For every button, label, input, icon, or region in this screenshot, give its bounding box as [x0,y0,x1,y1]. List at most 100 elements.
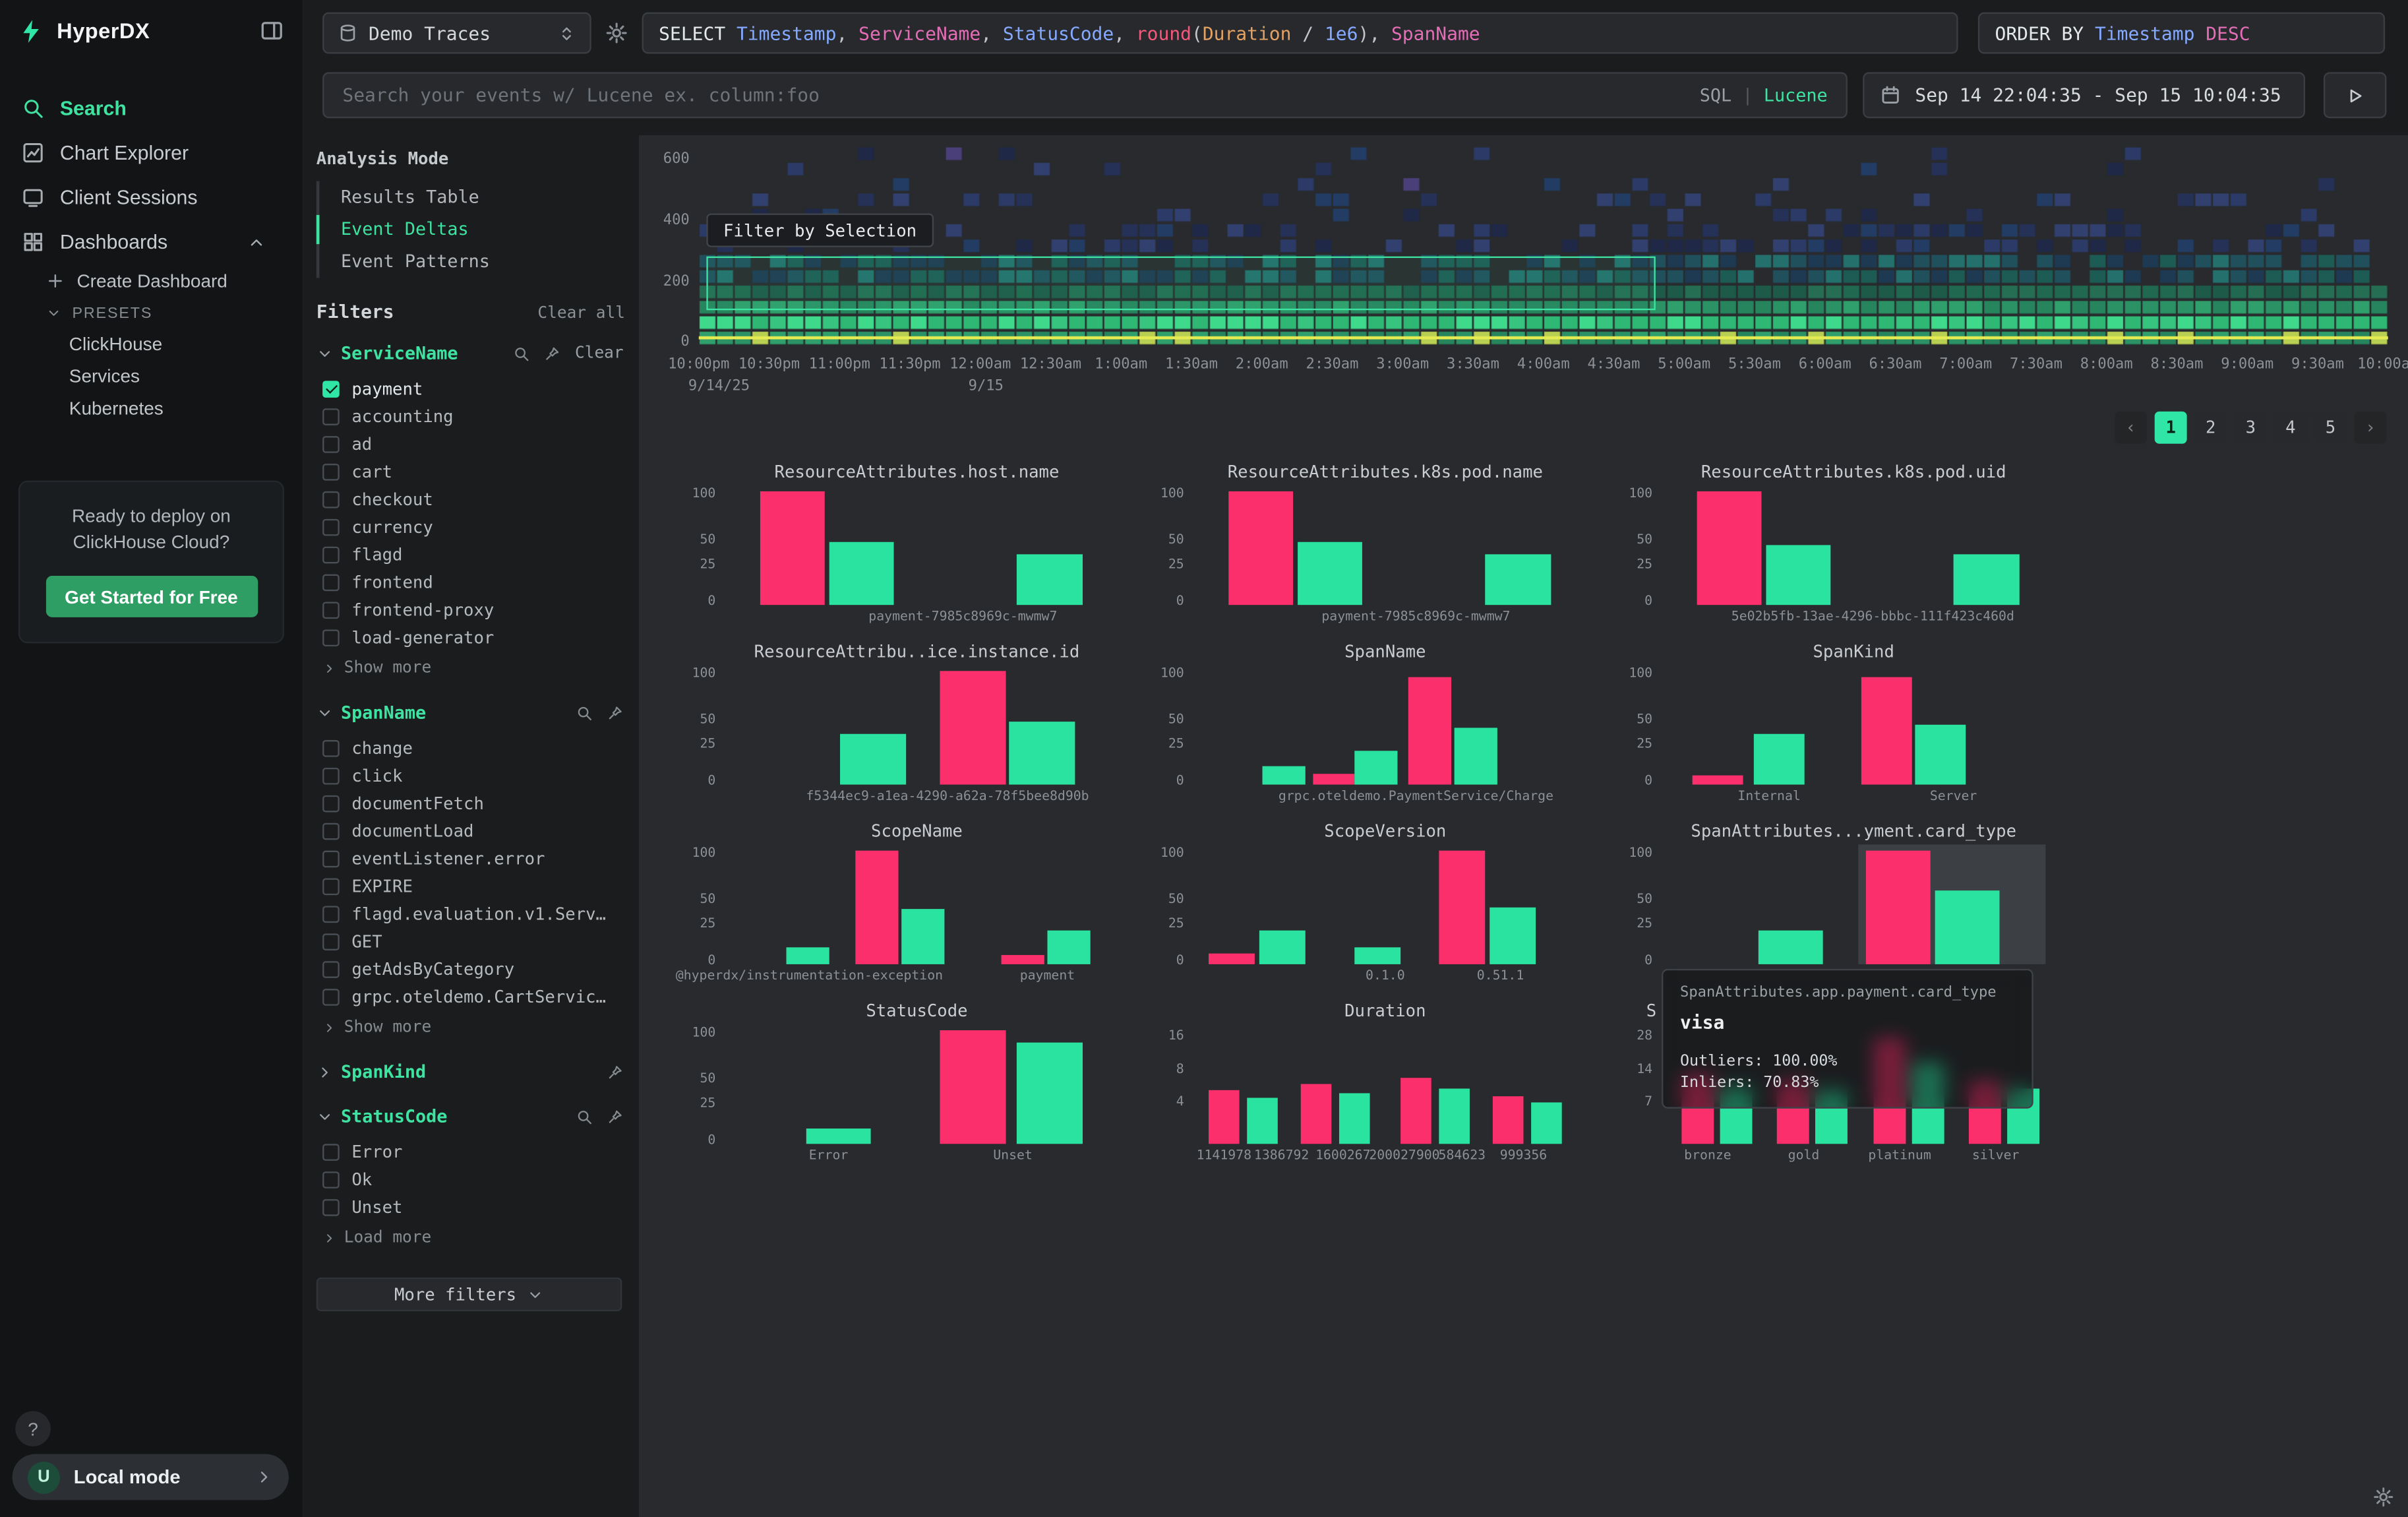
bar-inlier[interactable] [1339,1094,1370,1144]
filter-option-checkout[interactable]: checkout [303,485,639,513]
chevron-down-icon[interactable] [316,1108,334,1125]
bar-outlier[interactable] [1209,1090,1240,1144]
checkbox[interactable] [322,1171,340,1188]
checkbox[interactable] [322,1198,340,1216]
checkbox[interactable] [322,767,340,784]
pagination-page-3[interactable]: 3 [2235,412,2267,444]
filter-option-grpc-oteldemo-cartservic[interactable]: grpc.oteldemo.CartServic… [303,983,639,1010]
chevron-down-icon[interactable] [316,704,334,721]
pagination-page-2[interactable]: 2 [2194,412,2227,444]
bar-outlier[interactable] [940,1030,1005,1144]
delta-chart-statuscode[interactable]: StatusCode10050250ErrorUnset [669,999,1137,1179]
pin-icon[interactable] [607,1063,624,1080]
bar-inlier[interactable] [1017,1042,1082,1144]
checkbox[interactable] [322,905,340,922]
filter-option-frontend-proxy[interactable]: frontend-proxy [303,596,639,623]
sql-select-input[interactable]: SELECT Timestamp, ServiceName, StatusCod… [642,13,1958,54]
bar-inlier[interactable] [1935,890,2000,964]
bar-inlier[interactable] [1354,751,1397,785]
bar-inlier[interactable] [1754,734,1804,784]
delta-chart-resourceattributes-k8s-pod-uid[interactable]: ResourceAttributes.k8s.pod.uid100502505e… [1606,460,2074,640]
source-settings-gear-icon[interactable] [605,22,628,45]
bar-inlier[interactable] [1259,931,1305,964]
analysis-mode-event-deltas[interactable]: Event Deltas [319,214,638,246]
checkbox[interactable] [322,518,340,536]
filter-option-cart[interactable]: cart [303,458,639,485]
checkbox[interactable] [322,601,340,618]
bar-inlier[interactable] [1017,555,1082,605]
search-input[interactable]: Search your events w/ Lucene ex. column:… [322,72,1848,118]
sidebar-item-client-sessions[interactable]: Client Sessions [0,175,303,220]
source-selector[interactable]: Demo Traces [322,13,591,54]
delta-chart-spanname[interactable]: SpanName10050250grpc.oteldemo.PaymentSer… [1138,640,1606,820]
pagination-page-1[interactable]: 1 [2155,412,2187,444]
bar-outlier[interactable] [1408,677,1451,784]
search-icon[interactable] [576,1108,593,1125]
bar-inlier[interactable] [1531,1103,1562,1144]
bar-outlier[interactable] [1209,954,1255,964]
mode-lucene-button[interactable]: Lucene [1764,84,1828,106]
checkbox[interactable] [322,739,340,757]
sidebar-item-chart-explorer[interactable]: Chart Explorer [0,131,303,175]
analysis-mode-results-table[interactable]: Results Table [319,181,638,214]
checkbox[interactable] [322,1143,340,1160]
heatmap-selection[interactable] [706,257,1655,310]
analysis-mode-event-patterns[interactable]: Event Patterns [319,245,638,278]
pagination-page-5[interactable]: 5 [2314,412,2347,444]
help-button[interactable]: ? [15,1411,51,1446]
pagination-next[interactable]: › [2355,412,2387,444]
sidebar-item-clickhouse[interactable]: ClickHouse [0,328,303,361]
get-started-button[interactable]: Get Started for Free [45,576,257,617]
filter-option-ad[interactable]: ad [303,430,639,458]
bar-outlier[interactable] [940,671,1005,784]
bar-outlier[interactable] [1002,954,1044,964]
show-more-button[interactable]: Show more [303,1013,639,1041]
create-dashboard-button[interactable]: Create Dashboard [0,264,303,297]
pin-icon[interactable] [544,345,561,362]
filter-option-ok[interactable]: Ok [303,1165,639,1193]
run-query-button[interactable] [2324,72,2386,118]
show-more-button[interactable]: Show more [303,654,639,682]
chevron-down-icon[interactable] [316,345,334,362]
load-more-button[interactable]: Load more [303,1223,639,1251]
bar-inlier[interactable] [1297,543,1362,605]
filter-option-getadsbycategory[interactable]: getAdsByCategory [303,955,639,983]
bar-inlier[interactable] [1047,931,1089,964]
sidebar-item-kubernetes[interactable]: Kubernetes [0,393,303,425]
bar-outlier[interactable] [1693,775,1743,785]
checkbox[interactable] [322,380,340,397]
sidebar-item-services[interactable]: Services [0,361,303,393]
bar-inlier[interactable] [1263,766,1305,785]
filter-option-documentfetch[interactable]: documentFetch [303,789,639,817]
bar-outlier[interactable] [1865,850,1931,964]
checkbox[interactable] [322,988,340,1005]
filter-option-documentload[interactable]: documentLoad [303,817,639,844]
search-icon[interactable] [576,704,593,721]
filter-option-frontend[interactable]: frontend [303,568,639,596]
checkbox[interactable] [322,573,340,590]
bar-inlier[interactable] [1765,545,1830,605]
bar-outlier[interactable] [1493,1096,1524,1144]
sidebar-item-search[interactable]: Search [0,86,303,131]
clear-all-button[interactable]: Clear all [537,304,625,323]
filter-option-get[interactable]: GET [303,927,639,955]
pin-icon[interactable] [607,704,624,721]
delta-chart-resourceattributes-k8s-pod-name[interactable]: ResourceAttributes.k8s.pod.name10050250p… [1138,460,1606,640]
filter-option-expire[interactable]: EXPIRE [303,872,639,900]
filter-option-change[interactable]: change [303,734,639,762]
checkbox[interactable] [322,933,340,950]
chevron-right-icon[interactable] [316,1063,334,1080]
filter-option-flagd[interactable]: flagd [303,540,639,568]
filter-option-flagd-evaluation-v1-serv[interactable]: flagd.evaluation.v1.Serv… [303,900,639,927]
checkbox[interactable] [322,795,340,812]
checkbox[interactable] [322,491,340,508]
bar-inlier[interactable] [1915,725,1965,785]
bar-outlier[interactable] [1228,491,1293,605]
pagination-page-4[interactable]: 4 [2274,412,2306,444]
settings-gear-icon[interactable] [2372,1486,2394,1508]
filter-option-unset[interactable]: Unset [303,1193,639,1221]
bar-inlier[interactable] [901,909,944,964]
pagination-prev[interactable]: ‹ [2115,412,2147,444]
checkbox[interactable] [322,629,340,646]
checkbox[interactable] [322,960,340,977]
